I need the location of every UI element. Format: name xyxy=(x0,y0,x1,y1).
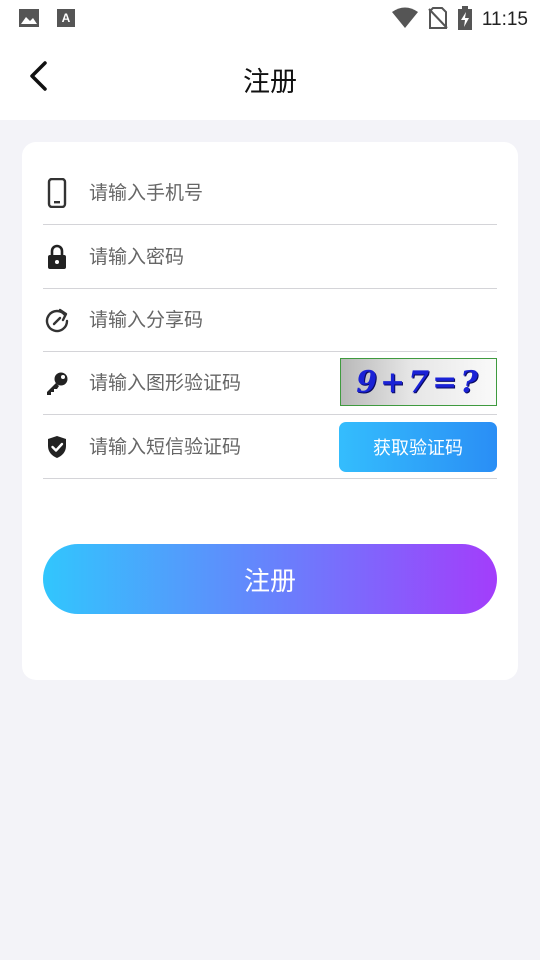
page-title: 注册 xyxy=(243,67,297,98)
image-captcha-row: 9+7=? xyxy=(43,352,497,415)
refresh-icon xyxy=(43,289,71,351)
share-code-input[interactable] xyxy=(89,303,329,337)
status-bar: A 11:15 xyxy=(0,0,540,38)
image-icon xyxy=(18,8,40,32)
shield-check-icon xyxy=(43,416,71,478)
captcha-image[interactable]: 9+7=? xyxy=(340,358,497,406)
key-icon xyxy=(43,352,71,414)
sms-code-input[interactable] xyxy=(89,430,329,464)
no-sim-icon xyxy=(428,7,448,33)
header: 注册 xyxy=(0,38,540,120)
lock-icon xyxy=(43,226,71,288)
password-row xyxy=(43,226,497,289)
image-captcha-input[interactable] xyxy=(89,366,329,400)
sms-code-row: 获取验证码 xyxy=(43,416,497,479)
register-button[interactable]: 注册 xyxy=(43,544,497,614)
battery-charging-icon xyxy=(457,6,472,34)
get-code-button[interactable]: 获取验证码 xyxy=(339,422,497,472)
svg-text:A: A xyxy=(62,11,71,25)
status-time: 11:15 xyxy=(481,9,528,30)
phone-icon xyxy=(43,162,71,224)
text-a-icon: A xyxy=(56,8,76,32)
phone-row xyxy=(43,162,497,225)
phone-input[interactable] xyxy=(89,176,329,210)
captcha-text: 9+7=? xyxy=(356,364,481,400)
register-form-card: 9+7=? 获取验证码 注册 xyxy=(22,142,518,680)
share-code-row xyxy=(43,289,497,352)
password-input[interactable] xyxy=(89,240,329,274)
wifi-icon xyxy=(391,7,418,33)
